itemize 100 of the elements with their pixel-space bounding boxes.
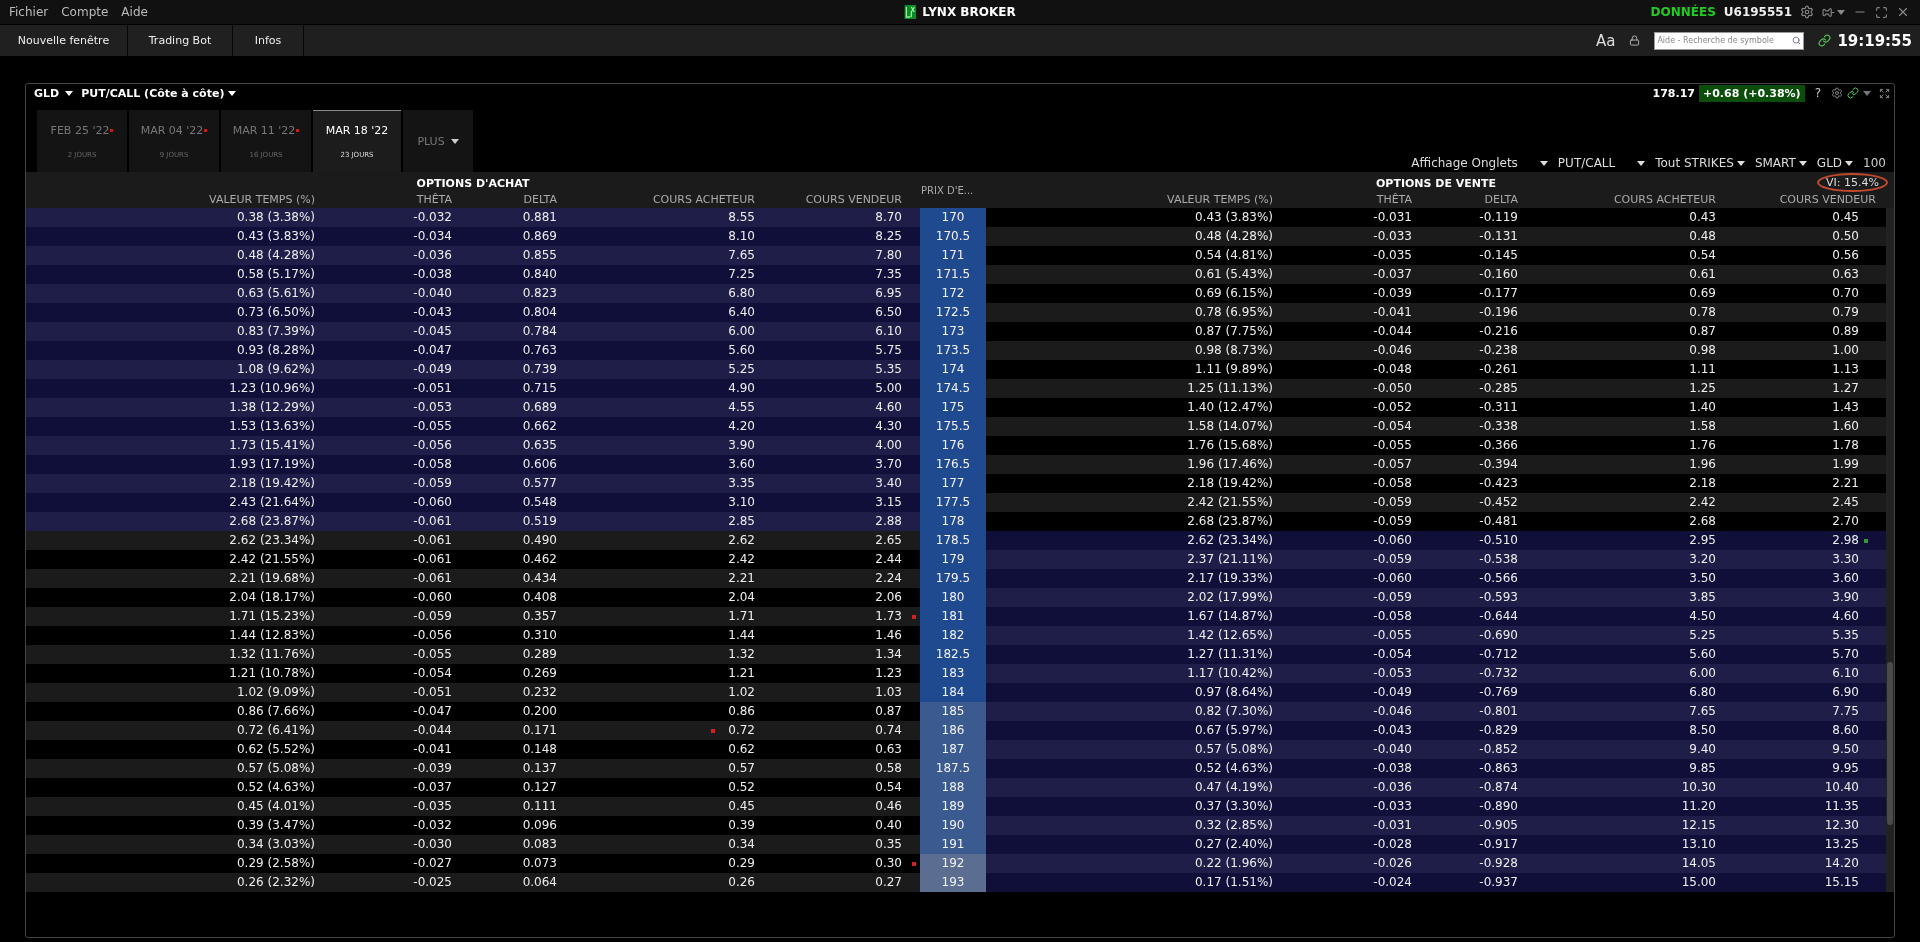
table-cell: -0.890 [1412, 797, 1518, 816]
table-cell: 0.357 [452, 607, 557, 626]
account-id: U6195551 [1723, 5, 1792, 19]
menu-item[interactable]: Aide [121, 5, 148, 19]
table-cell: 0.27 [755, 873, 920, 892]
strike-cell: 172 [920, 284, 986, 303]
table-cell: 8.70 [755, 208, 920, 227]
column-header[interactable]: THÊTA [1273, 192, 1412, 206]
column-header[interactable]: DELTA [1412, 192, 1518, 206]
column-header[interactable]: VALEUR TEMPS (%) [986, 192, 1273, 206]
view-label[interactable]: PUT/CALL (Côte à côte) [81, 86, 225, 100]
table-cell: 5.25 [1518, 626, 1716, 645]
link-icon[interactable] [1818, 34, 1832, 47]
help-link[interactable]: ? [1814, 86, 1821, 100]
table-cell: 1.67 (14.87%) [986, 607, 1273, 626]
table-cell: 3.90 [1716, 588, 1886, 607]
table-cell: 0.739 [452, 360, 557, 379]
table-cell: 8.60 [1716, 721, 1886, 740]
strike-cell: 178 [920, 512, 986, 531]
table-cell: 12.30 [1716, 816, 1886, 835]
column-header[interactable]: PRIX D'E... [920, 184, 986, 196]
table-cell: 6.10 [755, 322, 920, 341]
table-cell: 3.50 [1518, 569, 1716, 588]
scrollbar[interactable] [1886, 208, 1894, 892]
table-cell: 2.95 [1518, 531, 1716, 550]
column-header[interactable]: COURS ACHETEUR [557, 192, 755, 206]
expiry-date: FEB 25 '22 [50, 124, 114, 137]
expand-icon[interactable] [1879, 87, 1890, 99]
font-size-button[interactable]: Aa [1595, 31, 1616, 50]
column-header[interactable]: THÊTA [315, 192, 452, 206]
table-cell: 0.48 [1518, 227, 1716, 246]
table-cell: 1.96 [1518, 455, 1716, 474]
more-tab[interactable]: PLUS [403, 110, 473, 172]
column-header[interactable]: COURS ACHETEUR [1518, 192, 1716, 206]
table-cell: 2.62 [557, 531, 755, 550]
table-cell: -0.035 [315, 797, 452, 816]
table-cell: 6.90 [1716, 683, 1886, 702]
table-cell: -0.874 [1412, 778, 1518, 797]
table-cell: -0.131 [1412, 227, 1518, 246]
table-cell: 0.519 [452, 512, 557, 531]
strike-cell: 170 [920, 208, 986, 227]
table-cell: 5.00 [755, 379, 920, 398]
menu-item[interactable]: Fichier [9, 5, 49, 19]
table-cell: 1.38 (12.29%) [26, 398, 315, 417]
table-cell: 0.840 [452, 265, 557, 284]
dropdown-control[interactable]: PUT/CALL [1557, 156, 1646, 170]
table-cell: -0.059 [315, 607, 452, 626]
strike-cell: 188 [920, 778, 986, 797]
pin-icon[interactable] [1822, 5, 1845, 19]
clock: 19:19:55 [1837, 31, 1912, 50]
dropdown-control[interactable]: GLD [1816, 156, 1854, 170]
table-cell: 3.30 [1716, 550, 1886, 569]
scrollbar-thumb[interactable] [1887, 662, 1893, 825]
close-icon[interactable] [1896, 5, 1910, 19]
column-header[interactable]: COURS VENDEUR [1716, 192, 1886, 206]
maximize-icon[interactable] [1875, 5, 1888, 19]
table-cell: -0.852 [1412, 740, 1518, 759]
symbol-label[interactable]: GLD [34, 86, 60, 100]
table-cell: 0.73 (6.50%) [26, 303, 315, 322]
lock-icon[interactable] [1629, 35, 1641, 46]
caret-icon [65, 90, 74, 96]
link-icon[interactable] [1847, 87, 1859, 99]
table-cell: 2.85 [557, 512, 755, 531]
table-cell: 0.689 [452, 398, 557, 417]
table-cell: -0.033 [1273, 797, 1412, 816]
table-cell: -0.040 [1273, 740, 1412, 759]
table-cell: 0.61 (5.43%) [986, 265, 1273, 284]
table-cell: -0.538 [1412, 550, 1518, 569]
settings-icon[interactable] [1831, 87, 1843, 99]
table-cell: -0.053 [315, 398, 452, 417]
column-header[interactable]: DELTA [452, 192, 557, 206]
strike-cell: 171.5 [920, 265, 986, 284]
table-cell: 6.80 [557, 284, 755, 303]
menu-item[interactable]: Compte [61, 5, 109, 19]
table-cell: 4.55 [557, 398, 755, 417]
table-cell: 1.23 (10.96%) [26, 379, 315, 398]
table-cell: 0.83 (7.39%) [26, 322, 315, 341]
table-cell: 4.50 [1518, 607, 1716, 626]
table-cell: 1.03 [755, 683, 920, 702]
column-header[interactable]: VALEUR TEMPS (%) [26, 192, 315, 206]
table-cell: 3.40 [755, 474, 920, 493]
table-cell: -0.054 [1273, 417, 1412, 436]
dropdown-control[interactable]: SMART [1754, 156, 1807, 170]
strike-cell: 187 [920, 740, 986, 759]
settings-icon[interactable] [1800, 5, 1814, 19]
table-cell: -0.394 [1412, 455, 1518, 474]
dropdown-control[interactable]: Affichage Onglets [1411, 156, 1548, 170]
table-cell: 1.42 (12.65%) [986, 626, 1273, 645]
table-cell: 0.289 [452, 645, 557, 664]
table-cell: 0.064 [452, 873, 557, 892]
column-header[interactable]: COURS VENDEUR [755, 192, 920, 206]
table-cell: 6.95 [755, 284, 920, 303]
table-cell: 2.42 (21.55%) [986, 493, 1273, 512]
last-price: 178.17 [1652, 86, 1695, 100]
strike-cell: 171 [920, 246, 986, 265]
table-cell: 6.00 [1518, 664, 1716, 683]
search-field[interactable]: Aide - Recherche de symbole [1654, 31, 1805, 50]
table-cell: 1.96 (17.46%) [986, 455, 1273, 474]
table-cell: 3.60 [557, 455, 755, 474]
dropdown-control[interactable]: Tout STRIKES [1655, 156, 1745, 170]
